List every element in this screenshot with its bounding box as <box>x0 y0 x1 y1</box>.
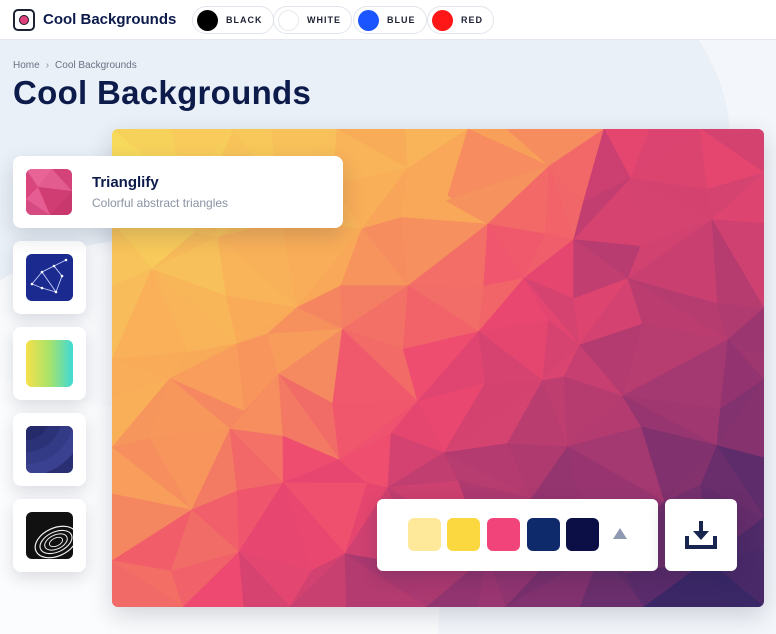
constellation-thumbnail-icon <box>26 254 73 301</box>
color-dot-icon <box>358 9 379 31</box>
color-dot-icon <box>278 9 299 31</box>
breadcrumb-separator: › <box>45 60 50 71</box>
generator-tile-spiral[interactable] <box>13 499 86 572</box>
breadcrumb: Home › Cool Backgrounds <box>13 60 137 71</box>
color-filter-black[interactable]: BLACK <box>192 6 274 34</box>
generator-card-trianglify[interactable]: Trianglify Colorful abstract triangles <box>13 156 343 228</box>
top-bar: Cool Backgrounds BLACK WHITE BLUE RED <box>0 0 776 40</box>
color-filter-label: WHITE <box>307 15 341 25</box>
generator-tile-waves[interactable] <box>13 413 86 486</box>
palette-swatch-1[interactable] <box>408 518 441 551</box>
breadcrumb-current[interactable]: Cool Backgrounds <box>55 60 137 71</box>
generator-tile-gradient[interactable] <box>13 327 86 400</box>
triangles-thumbnail-icon <box>26 169 72 215</box>
palette-swatch-3[interactable] <box>487 518 520 551</box>
palette-swatch-5[interactable] <box>566 518 599 551</box>
triangle-up-icon[interactable] <box>613 528 627 539</box>
generator-tile-constellation[interactable] <box>13 241 86 314</box>
color-dot-icon <box>432 9 453 31</box>
gradient-thumbnail-icon <box>26 340 73 387</box>
generator-description: Colorful abstract triangles <box>92 196 229 210</box>
logo-icon[interactable] <box>13 9 35 31</box>
color-filter-white[interactable]: WHITE <box>273 6 352 34</box>
color-dot-icon <box>197 9 218 31</box>
palette-swatch-4[interactable] <box>527 518 560 551</box>
generator-name: Trianglify <box>92 174 159 191</box>
palette-swatch-2[interactable] <box>447 518 480 551</box>
color-filter-label: BLUE <box>387 15 416 25</box>
spiral-thumbnail-icon <box>26 512 73 559</box>
page-title: Cool Backgrounds <box>13 74 312 111</box>
waves-thumbnail-icon <box>26 426 73 473</box>
color-filter-label: BLACK <box>226 15 263 25</box>
download-button[interactable] <box>665 499 737 571</box>
download-icon <box>685 521 717 549</box>
breadcrumb-home[interactable]: Home <box>13 60 40 71</box>
color-palette <box>377 499 658 571</box>
color-filter-label: RED <box>461 15 484 25</box>
color-filter-red[interactable]: RED <box>427 6 495 34</box>
color-filter-blue[interactable]: BLUE <box>353 6 427 34</box>
brand-name[interactable]: Cool Backgrounds <box>43 11 176 28</box>
